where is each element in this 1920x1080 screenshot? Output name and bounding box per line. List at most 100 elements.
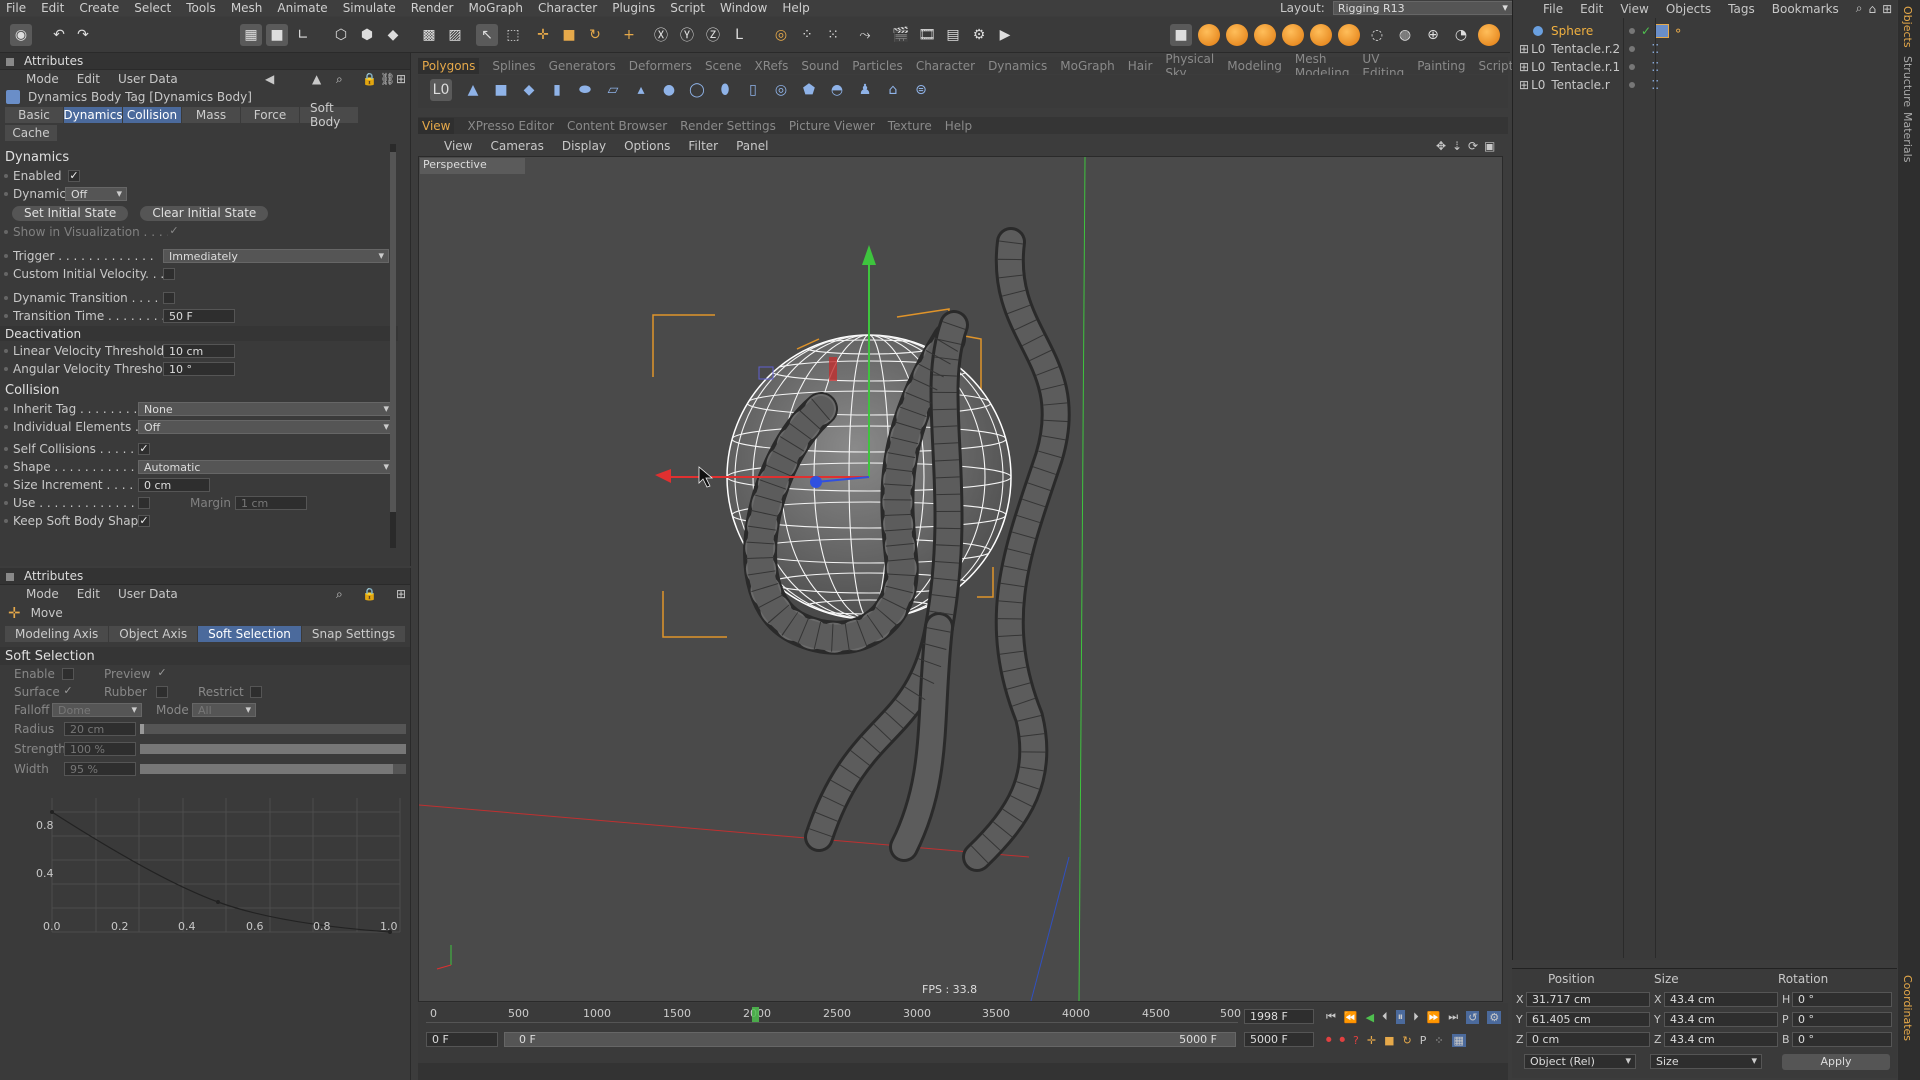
search-icon[interactable]: ⌕ [336, 587, 343, 602]
palette-character[interactable]: Character [916, 59, 975, 73]
enable-checkbox[interactable] [62, 668, 74, 680]
object-row-tentacle-r[interactable]: ⊞ L0 Tentacle.r ⁚⁚ [1513, 76, 1897, 94]
environment-icon[interactable]: ⊕ [1422, 24, 1444, 46]
axis-mode-icon[interactable]: ∟ [292, 24, 314, 46]
tab-mass[interactable]: Mass [182, 107, 240, 123]
strength-slider[interactable] [140, 744, 406, 754]
om-search-icon[interactable]: ⌕ [1856, 1, 1863, 16]
next-key-icon[interactable]: ⏩ [1427, 1011, 1441, 1024]
size-z-field[interactable]: 43.4 cm [1664, 1032, 1778, 1047]
cube-alt-icon[interactable]: ◆ [518, 79, 540, 101]
go-to-start-icon[interactable]: ⏮ [1326, 1010, 1336, 1024]
surface-checkbox[interactable]: ✓ [62, 685, 74, 698]
palette-deformers[interactable]: Deformers [629, 59, 692, 73]
preview-range-slider[interactable]: 0 F 5000 F [504, 1032, 1236, 1047]
model-mode-icon[interactable]: ▦ [240, 24, 262, 46]
angular-velocity-field[interactable]: 10 ° [163, 362, 235, 376]
self-collisions-checkbox[interactable]: ✓ [138, 443, 150, 455]
search-icon[interactable]: ⌕ [336, 72, 343, 87]
viewport-rotate-icon[interactable]: ⟳ [1468, 139, 1478, 153]
tab-object-axis[interactable]: Object Axis [109, 626, 198, 642]
inherit-tag-dropdown[interactable]: None [138, 402, 394, 416]
target-light-icon[interactable] [1310, 24, 1332, 46]
menu-render[interactable]: Render [411, 1, 454, 15]
timeline-ruler[interactable]: 0 500 1000 1500 2000 2500 3000 3500 4000… [426, 1007, 1241, 1023]
record-icon[interactable]: ⏺ [1326, 1033, 1332, 1047]
show-in-vis-checkbox[interactable]: ✓ [168, 225, 180, 238]
new-panel-icon[interactable]: ⊞ [396, 72, 406, 86]
side-tab-coordinates[interactable]: Coordinates [1901, 975, 1914, 1041]
mode-dropdown[interactable]: All [192, 703, 256, 717]
redo-icon[interactable]: ↷ [72, 24, 94, 46]
tab-basic[interactable]: Basic [5, 107, 63, 123]
om-menu-objects[interactable]: Objects [1666, 2, 1711, 16]
size-y-field[interactable]: 43.4 cm [1664, 1012, 1778, 1027]
platonic-icon[interactable]: ⬟ [798, 79, 820, 101]
menu-mograph[interactable]: MoGraph [468, 1, 523, 15]
editor-visibility-icon[interactable] [1629, 82, 1636, 88]
timeline-settings-icon[interactable]: ⚙ [1487, 1010, 1502, 1024]
pyramid-icon[interactable]: ▴ [630, 79, 652, 101]
menu-window[interactable]: Window [720, 1, 767, 15]
palette-painting[interactable]: Painting [1417, 59, 1465, 73]
om-menu-tags[interactable]: Tags [1728, 2, 1755, 16]
palette-xrefs[interactable]: XRefs [755, 59, 789, 73]
palette-splines[interactable]: Splines [492, 59, 535, 73]
relief-icon[interactable]: ⌂ [882, 79, 904, 101]
undo-icon[interactable]: ↶ [48, 24, 70, 46]
create-tool-icon[interactable]: + [618, 24, 640, 46]
landscape-icon[interactable]: ◓ [826, 79, 848, 101]
palette-hair[interactable]: Hair [1128, 59, 1153, 73]
menu-simulate[interactable]: Simulate [343, 1, 396, 15]
tab-texture[interactable]: Texture [888, 119, 932, 133]
tab-dynamics[interactable]: Dynamics [63, 107, 123, 123]
prev-key-icon[interactable]: ⏪ [1344, 1011, 1358, 1024]
rotate-tool-icon[interactable]: ↻ [584, 24, 606, 46]
strength-field[interactable]: 100 % [64, 742, 136, 756]
make-preview-icon[interactable]: ▶ [994, 24, 1016, 46]
oil-tank-icon[interactable]: ▯ [742, 79, 764, 101]
new-panel-icon[interactable]: ⊞ [396, 587, 406, 601]
autokey-icon[interactable]: ⏺ [1340, 1033, 1346, 1047]
om-new-panel-icon[interactable]: ⊞ [1882, 2, 1892, 16]
tool-menu-userdata[interactable]: User Data [118, 587, 178, 601]
enable-snapping-icon[interactable]: ◎ [770, 24, 792, 46]
cube-icon[interactable]: ■ [490, 79, 512, 101]
menu-mesh[interactable]: Mesh [231, 1, 263, 15]
enabled-checkbox[interactable]: ✓ [68, 170, 80, 182]
menu-help[interactable]: Help [782, 1, 809, 15]
capsule-icon[interactable]: ⬮ [714, 79, 736, 101]
polygons-mode-icon[interactable]: ◆ [382, 24, 404, 46]
set-initial-state-button[interactable]: Set Initial State [12, 205, 129, 221]
expand-icon[interactable]: ⊞ [1519, 60, 1529, 74]
rotation-h-field[interactable]: 0 ° [1792, 992, 1892, 1007]
menu-animate[interactable]: Animate [277, 1, 327, 15]
texture-mode-icon[interactable]: ▨ [444, 24, 466, 46]
z-axis-lock-icon[interactable]: Ⓩ [702, 24, 724, 46]
tool-menu-mode[interactable]: Mode [26, 587, 59, 601]
torus-icon[interactable]: ◯ [686, 79, 708, 101]
tab-snap-settings[interactable]: Snap Settings [301, 626, 406, 642]
parameter-key-icon[interactable]: P [1420, 1034, 1427, 1047]
attributes-menu-userdata[interactable]: User Data [118, 72, 178, 86]
falloff-dropdown[interactable]: Dome [52, 703, 142, 717]
object-row-tentacle-r2[interactable]: ⊞ L0 Tentacle.r.2 ⁚⁚ [1513, 40, 1897, 58]
scale-key-icon[interactable]: ■ [1384, 1034, 1394, 1047]
coordinate-mode-dropdown[interactable]: Object (Rel) [1524, 1054, 1636, 1069]
keyframe-selection-icon[interactable]: ? [1353, 1034, 1359, 1047]
radius-field[interactable]: 20 cm [64, 722, 136, 736]
tab-render-settings[interactable]: Render Settings [680, 119, 776, 133]
preview-checkbox[interactable]: ✓ [156, 667, 168, 680]
rubber-checkbox[interactable] [156, 686, 168, 698]
enabled-check-icon[interactable]: ✓ [1641, 24, 1651, 38]
background-icon[interactable]: ◔ [1450, 24, 1472, 46]
viewport-zoom-icon[interactable]: ⇣ [1452, 139, 1462, 153]
render-view-icon[interactable]: ◉ [10, 24, 32, 46]
viewport-menu-display[interactable]: Display [562, 139, 606, 153]
render-settings-icon[interactable]: ▤ [942, 24, 964, 46]
custom-initial-velocity-checkbox[interactable] [163, 268, 175, 280]
palette-sound[interactable]: Sound [801, 59, 839, 73]
live-selection-icon[interactable]: ↖ [476, 24, 498, 46]
restrict-checkbox[interactable] [250, 686, 262, 698]
attributes-menu-edit[interactable]: Edit [77, 72, 100, 86]
